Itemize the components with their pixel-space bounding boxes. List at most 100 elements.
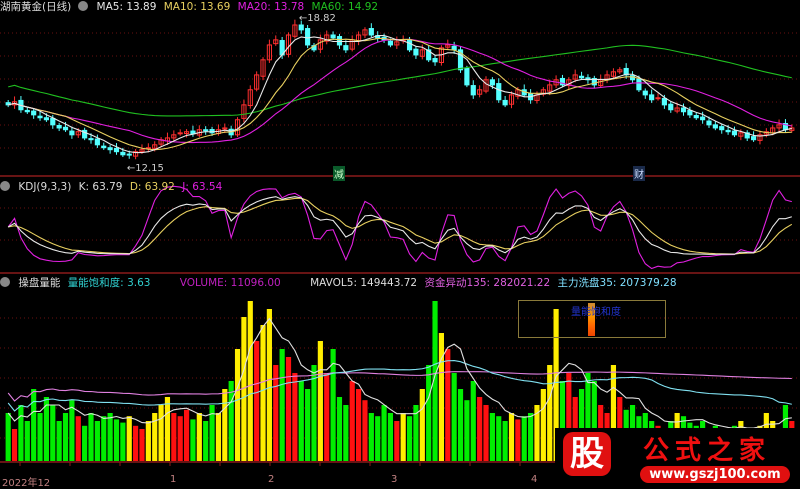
- marker-jian[interactable]: 减: [333, 166, 345, 181]
- volume-bar: [222, 389, 228, 461]
- volume-bar: [37, 413, 43, 461]
- volume-bar: [62, 413, 69, 461]
- volume-bar: [215, 413, 222, 461]
- saturation-legend-label: 量能饱和度: [571, 307, 621, 318]
- x-label-feb: 2: [268, 474, 275, 485]
- candle-down: [24, 109, 30, 113]
- volume-bar: [381, 405, 387, 461]
- candle-down: [387, 40, 394, 46]
- volume-bar: [406, 416, 413, 461]
- x-label-mar: 3: [391, 474, 398, 485]
- volume-bar: [394, 421, 400, 461]
- volume-bar: [247, 301, 253, 461]
- candle-down: [343, 45, 349, 51]
- volume-bar: [508, 413, 515, 461]
- candle-down: [406, 40, 413, 51]
- fund-flow-value: 资金异动135: 282021.22: [424, 277, 551, 289]
- watermark-name: 公式之家: [643, 436, 772, 466]
- candle-down: [107, 147, 113, 151]
- candle-down: [642, 90, 648, 96]
- volume-bar: [285, 357, 292, 461]
- volume-bar: [464, 400, 470, 461]
- volume-bar: [445, 349, 451, 461]
- volume-bar: [502, 421, 508, 461]
- volume-bar: [292, 373, 298, 461]
- volume-bar: [400, 413, 406, 461]
- stock-title[interactable]: 湖南黄金(日线): [0, 1, 71, 13]
- volume-indicator-name: 操盘量能: [18, 277, 61, 289]
- candle-down: [305, 28, 311, 46]
- volume-bar: [356, 389, 362, 461]
- volume-bar: [177, 416, 183, 461]
- candle-up: [177, 132, 183, 135]
- main-header: 湖南黄金(日线) MA5: 13.89 MA10: 13.69 MA20: 13…: [0, 0, 382, 14]
- candle-down: [687, 109, 693, 116]
- candle-down: [725, 129, 731, 133]
- low-annotation: ←12.15: [127, 163, 164, 174]
- volume-bar: [56, 421, 62, 461]
- volume-bar: [120, 422, 126, 461]
- candle-down: [432, 57, 438, 63]
- candle-down: [43, 117, 49, 121]
- marker-cai[interactable]: 财: [633, 166, 645, 181]
- volume-bar: [336, 397, 343, 461]
- volume-bar: [477, 397, 483, 461]
- volume-bar: [24, 421, 30, 461]
- volume-bar: [88, 413, 94, 461]
- volume-bar: [113, 419, 120, 461]
- candle-down: [88, 138, 94, 141]
- stock-chart: ←18.82 ←12.15: [0, 13, 800, 466]
- volume-bar: [75, 416, 81, 461]
- fund-flow-line: [7, 371, 792, 402]
- volume-bar: [426, 365, 432, 461]
- volume-bar: [234, 349, 241, 461]
- volume-bar: [515, 419, 521, 461]
- watermark-logo: 股 公式之家 www.gszj100.com: [555, 428, 800, 488]
- volume-bar: [183, 409, 190, 461]
- volume-bar: [164, 397, 171, 461]
- mavol5-value: MAVOL5: 149443.72: [310, 277, 418, 289]
- kdj-j-line: [7, 185, 792, 270]
- volume-value: VOLUME: 11096.00: [179, 277, 281, 289]
- volume-bar: [324, 373, 330, 461]
- volume-bar: [368, 413, 374, 461]
- candle-down: [69, 130, 75, 136]
- kdj-k: K: 63.79: [78, 181, 123, 193]
- volume-bar: [171, 413, 177, 461]
- kdj-j: J: 63.54: [182, 181, 223, 193]
- candle-down: [712, 124, 718, 129]
- kdj-settings-icon[interactable]: [0, 181, 10, 191]
- volume-bar: [190, 419, 196, 461]
- candle-down: [649, 94, 655, 101]
- candle-down: [668, 103, 674, 111]
- candle-down: [751, 136, 757, 141]
- volume-bar: [82, 425, 88, 461]
- volume-bar: [133, 425, 139, 461]
- candle-down: [578, 75, 585, 79]
- candle-down: [126, 153, 132, 156]
- volume-bar: [317, 341, 323, 461]
- volume-bar: [254, 341, 260, 461]
- candle-up: [655, 97, 661, 100]
- candle-down: [120, 151, 126, 156]
- volume-bar: [279, 349, 285, 461]
- candle-down: [464, 67, 470, 86]
- candle-down: [706, 120, 712, 126]
- saturation-legend-box: 量能饱和度: [518, 300, 666, 338]
- x-label-jan: 1: [170, 474, 177, 485]
- candle-down: [37, 115, 43, 119]
- volume-bar: [260, 325, 266, 461]
- volume-bar: [139, 429, 145, 461]
- candle-down: [451, 45, 457, 51]
- candle-down: [298, 24, 304, 31]
- saturation-value: 量能饱和度: 3.63: [67, 277, 151, 289]
- volume-settings-icon[interactable]: [0, 277, 10, 287]
- volume-bar: [196, 413, 202, 461]
- volume-bar: [18, 405, 24, 461]
- wash-value: 主力洗盘35: 207379.28: [557, 277, 677, 289]
- candle-down: [700, 116, 706, 121]
- volume-bar: [496, 416, 502, 461]
- candle-down: [203, 129, 209, 132]
- settings-circle-icon[interactable]: [78, 1, 89, 11]
- volume-bar: [94, 421, 100, 461]
